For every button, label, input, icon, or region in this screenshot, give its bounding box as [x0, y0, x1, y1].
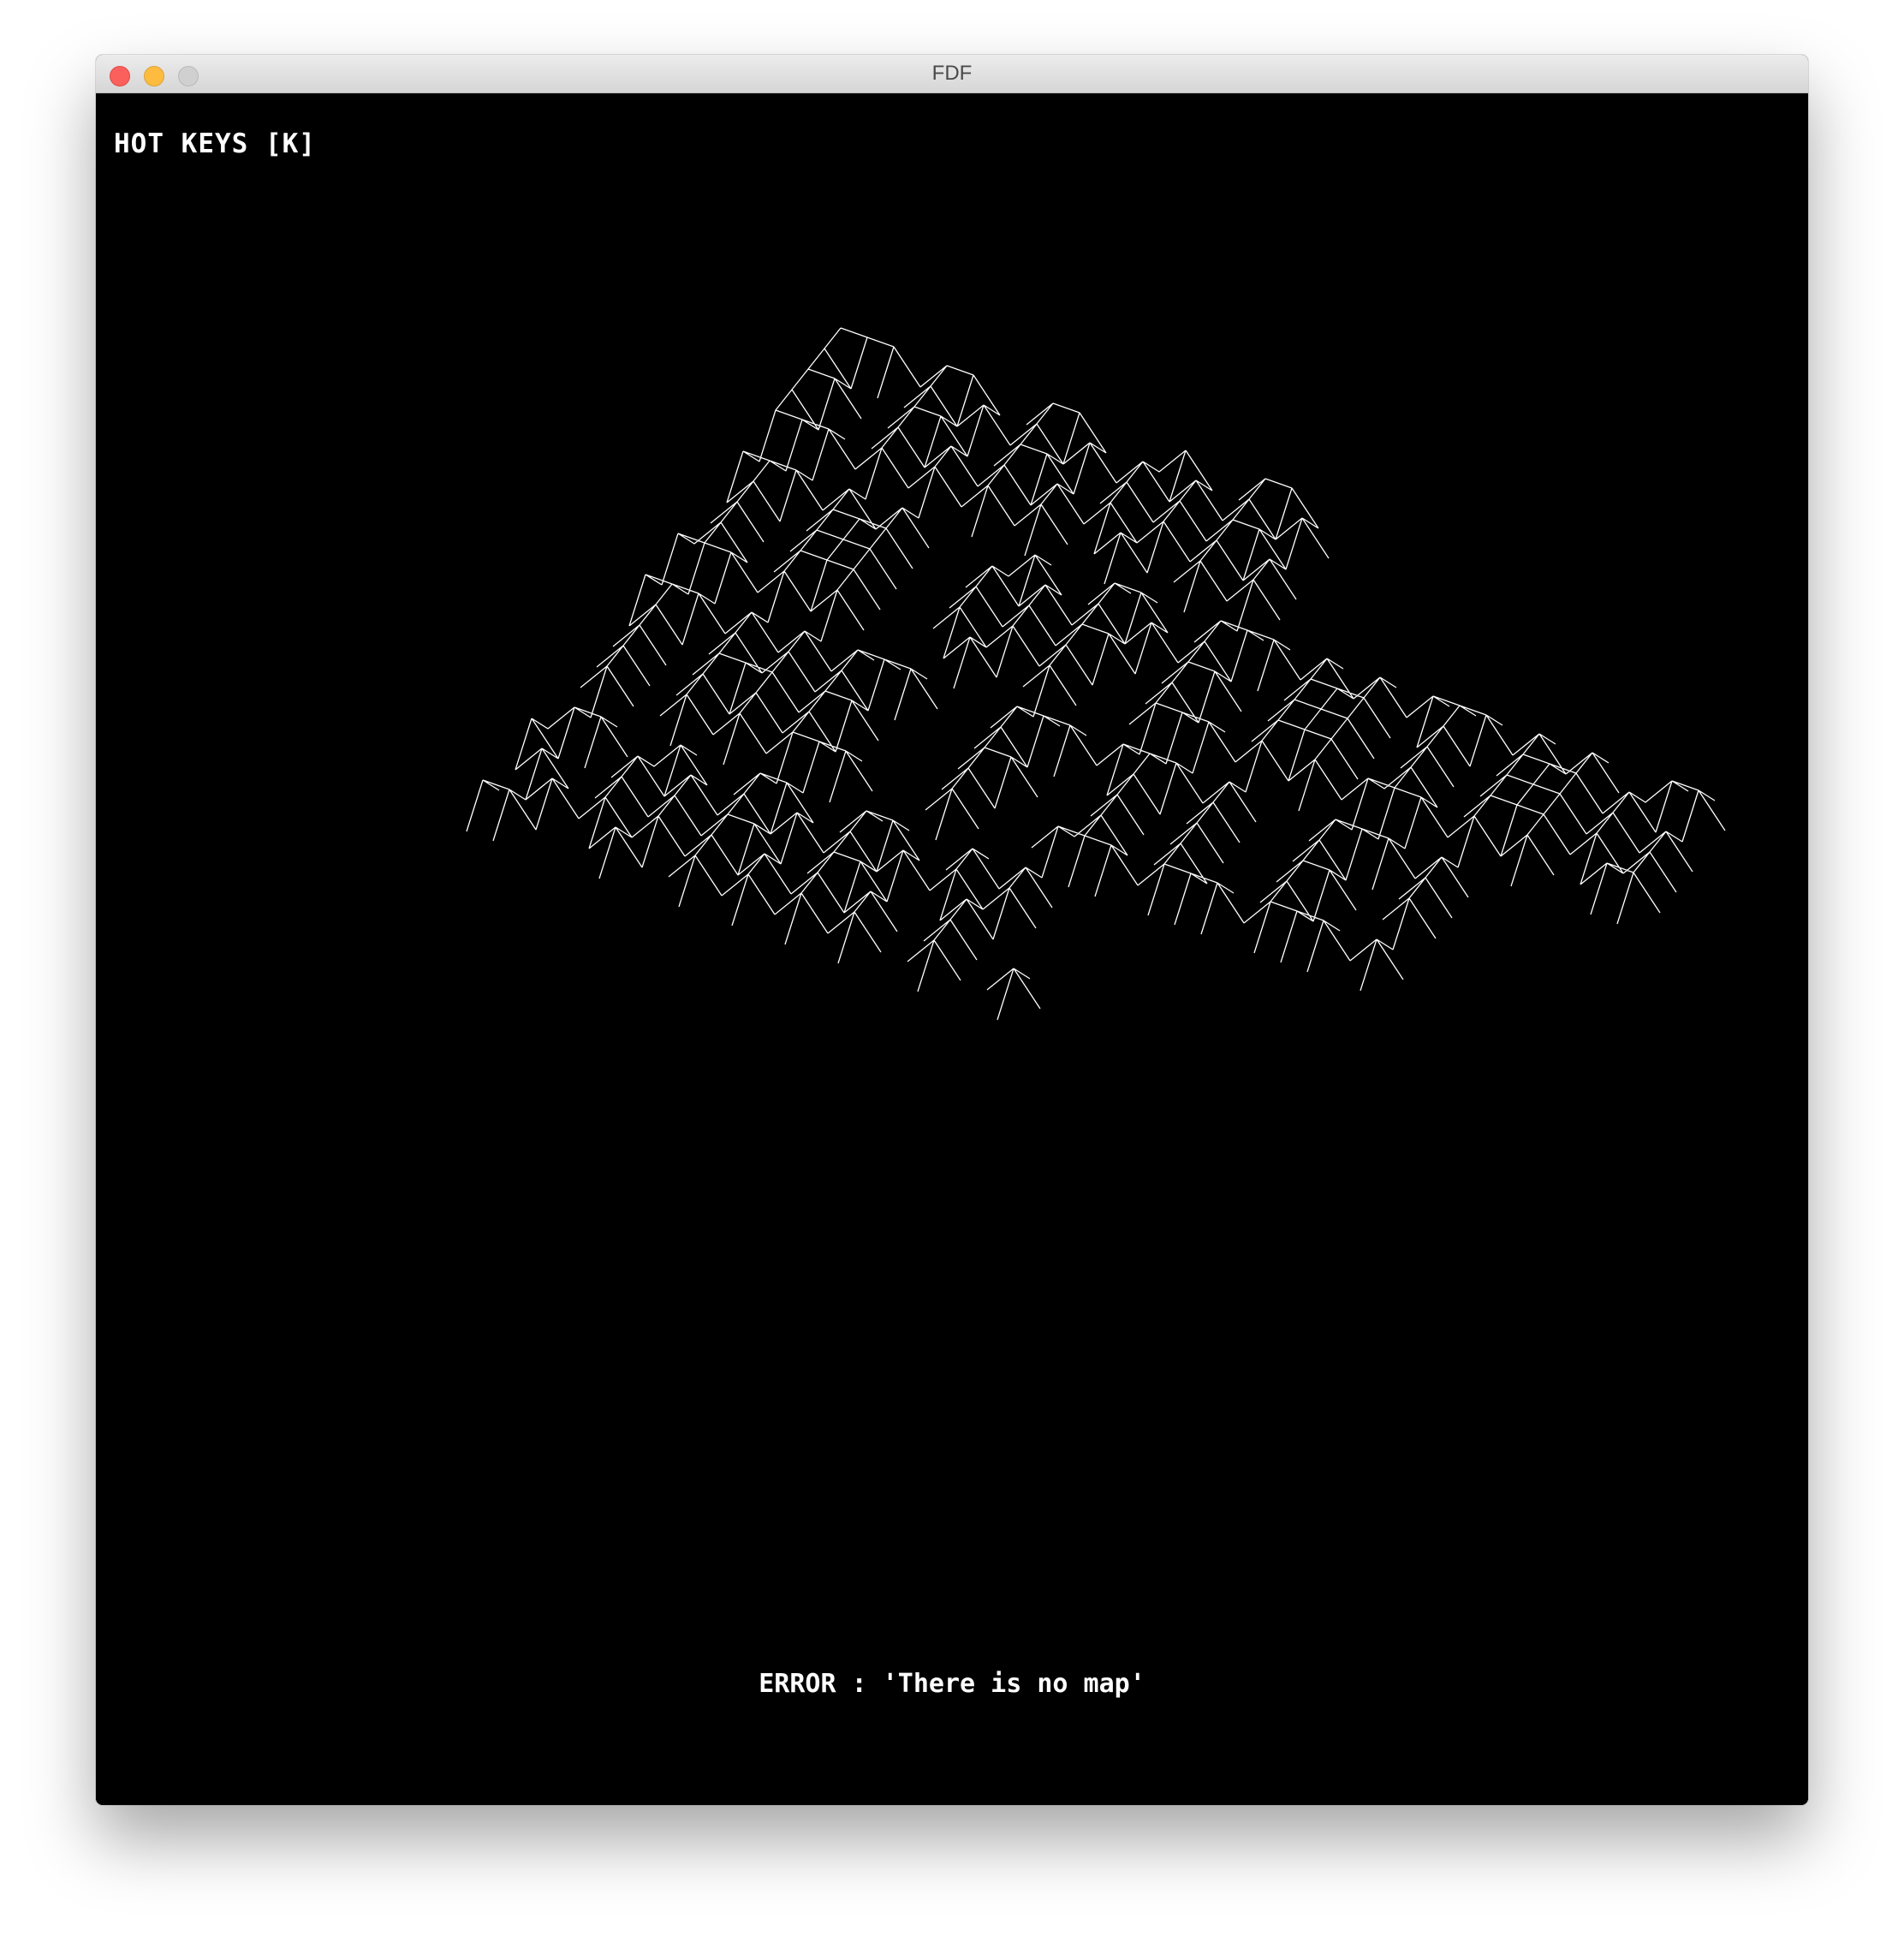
wireframe-lines	[466, 327, 1726, 1021]
window-title: FDF	[931, 62, 973, 85]
app-window: FDF HOT KEYS [K] ERROR : 'There is no ma…	[96, 55, 1808, 1805]
hotkeys-label: HOT KEYS [K]	[114, 128, 316, 159]
render-canvas	[96, 93, 1808, 1805]
error-message: ERROR : 'There is no map'	[759, 1669, 1145, 1699]
wireframe-map	[466, 327, 1726, 1021]
title-bar[interactable]: FDF	[96, 55, 1808, 93]
